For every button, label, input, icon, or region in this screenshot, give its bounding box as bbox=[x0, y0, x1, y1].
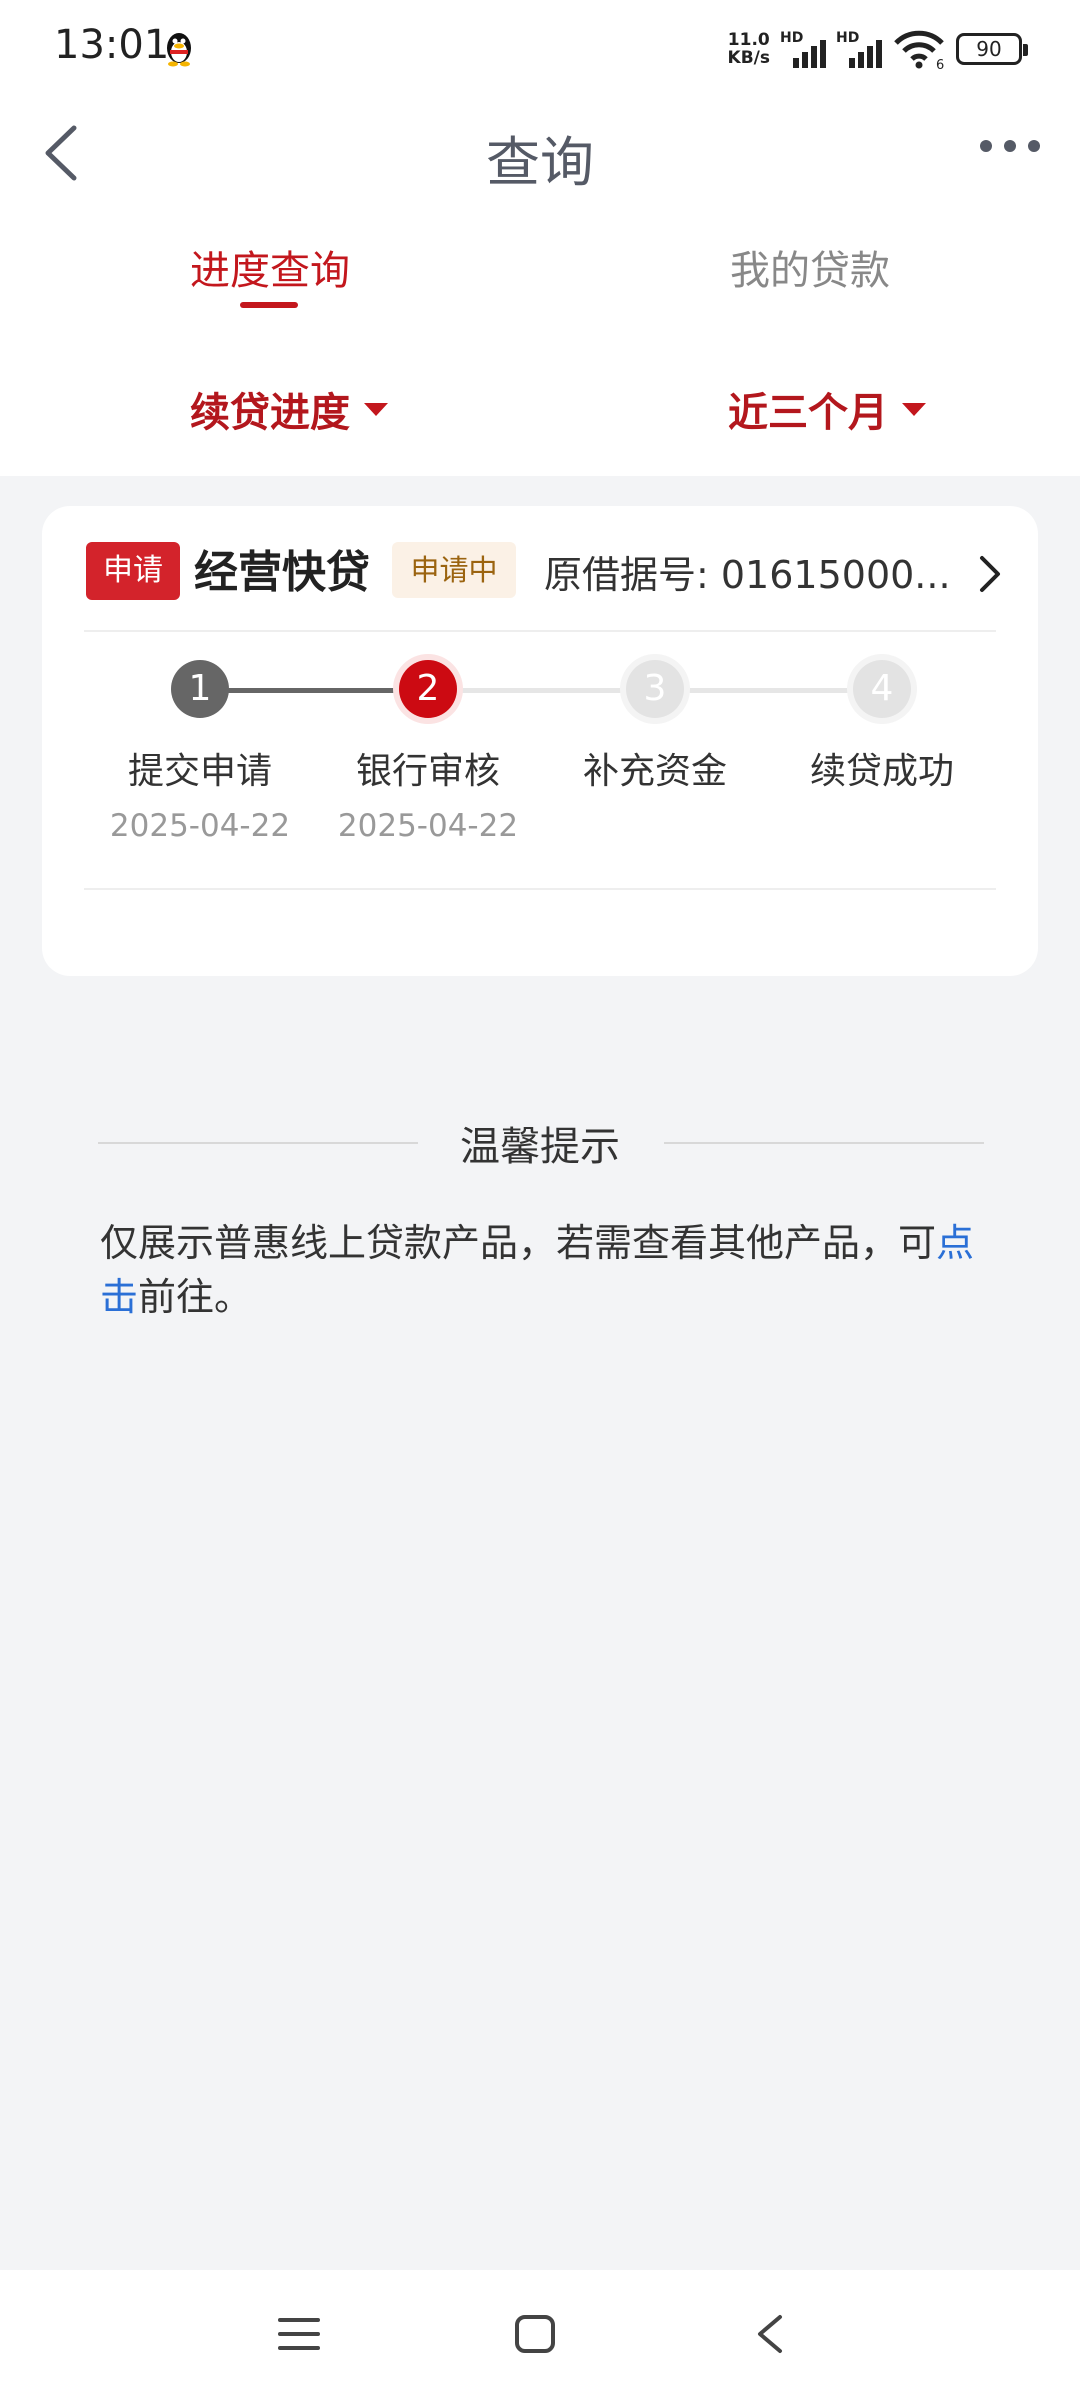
qq-penguin-icon bbox=[167, 33, 191, 67]
network-speed: 11.0 KB/s bbox=[727, 30, 770, 68]
product-name: 经营快贷 bbox=[194, 547, 370, 598]
step-1-label: 提交申请 bbox=[127, 751, 272, 792]
step-2-date: 2025-04-22 bbox=[337, 808, 519, 844]
wifi-sim-index: 6 bbox=[936, 58, 944, 69]
step-2-label: 银行审核 bbox=[355, 751, 500, 792]
type-tag: 申请 bbox=[86, 542, 180, 600]
wifi-icon: 6 bbox=[894, 30, 944, 69]
signal-2-icon: HD bbox=[836, 30, 882, 68]
divider bbox=[84, 888, 996, 890]
active-tab-indicator bbox=[240, 302, 298, 308]
top-panel: 13:01 11.0 KB/s HD HD 6 90 查询 进度查询 我的贷款 … bbox=[0, 0, 1080, 476]
status-badge: 申请中 bbox=[392, 542, 516, 598]
status-icons: 11.0 KB/s HD HD 6 90 bbox=[727, 28, 1028, 70]
battery-icon: 90 bbox=[956, 33, 1028, 65]
tips-divider-right bbox=[664, 1142, 984, 1144]
step-2-circle: 2 bbox=[399, 660, 457, 718]
caret-down-icon bbox=[364, 402, 388, 416]
loan-number: 原借据号: 01615000... bbox=[544, 553, 951, 597]
step-3-circle: 3 bbox=[626, 660, 684, 718]
signal-1-icon: HD bbox=[780, 30, 826, 68]
tips-text: 仅展示普惠线上贷款产品，若需查看其他产品，可点击前往。 bbox=[100, 1221, 975, 1319]
step-1-circle: 1 bbox=[171, 660, 229, 718]
status-time: 13:01 bbox=[54, 22, 170, 68]
tab-my-loans[interactable]: 我的贷款 bbox=[730, 238, 890, 296]
home-square-icon[interactable] bbox=[514, 2314, 556, 2354]
filter-time-range[interactable]: 近三个月 bbox=[728, 380, 926, 438]
caret-down-icon bbox=[902, 402, 926, 416]
menu-icon[interactable] bbox=[278, 2314, 320, 2354]
system-nav-bar bbox=[0, 2270, 1080, 2400]
step-4-label: 续贷成功 bbox=[809, 751, 954, 792]
back-triangle-icon[interactable] bbox=[754, 2314, 786, 2354]
page-title: 查询 bbox=[486, 131, 594, 194]
step-4-circle: 4 bbox=[853, 660, 911, 718]
step-1-date: 2025-04-22 bbox=[109, 808, 291, 844]
progress-track-done bbox=[200, 688, 428, 693]
tab-progress-query[interactable]: 进度查询 bbox=[190, 238, 350, 296]
more-horizontal-icon[interactable] bbox=[980, 140, 1040, 152]
step-3-label: 补充资金 bbox=[582, 751, 727, 792]
loan-progress-card[interactable]: 申请 经营快贷 申请中 原借据号: 01615000... 1 提交申请 202… bbox=[42, 506, 1038, 976]
divider bbox=[84, 630, 996, 632]
filter-renewal-progress[interactable]: 续贷进度 bbox=[190, 380, 388, 438]
chevron-right-icon[interactable] bbox=[978, 554, 1002, 594]
